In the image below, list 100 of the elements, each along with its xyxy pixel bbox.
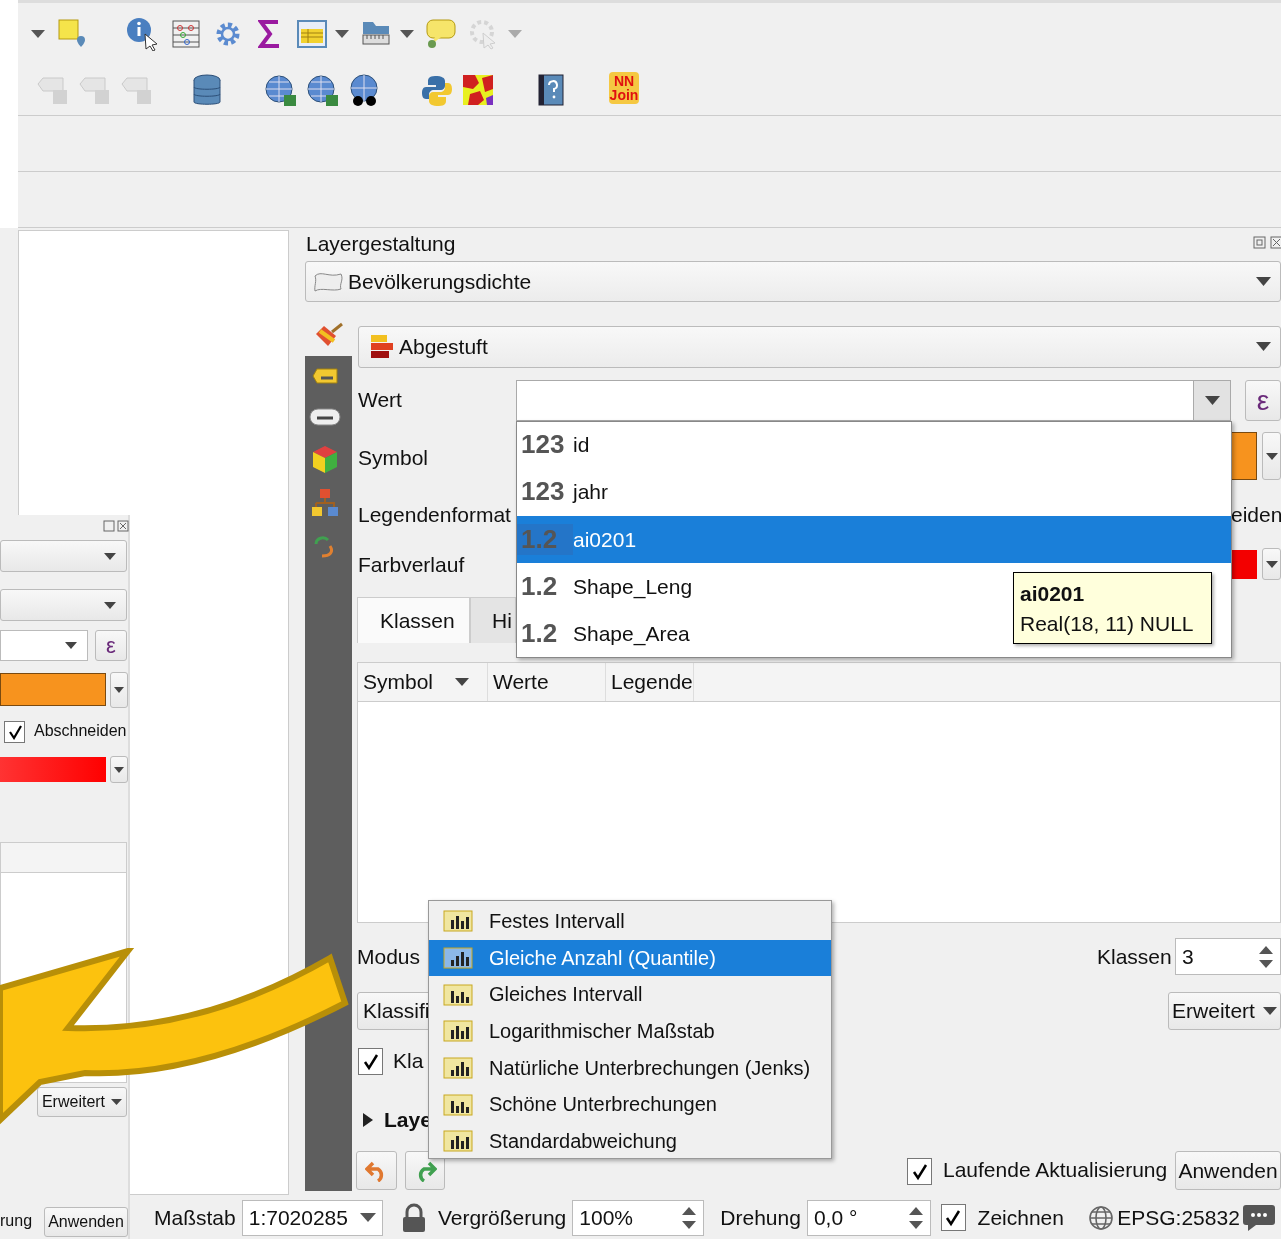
menu-item[interactable]: Schöne Unterbrechungen bbox=[429, 1086, 831, 1124]
sort-caret-icon bbox=[455, 678, 470, 686]
magnifier-label: Vergrößerung bbox=[437, 1205, 567, 1230]
caret-icon[interactable] bbox=[1256, 342, 1271, 351]
polygon-pin-icon[interactable] bbox=[58, 19, 88, 49]
field-label: Farbverlauf bbox=[358, 553, 465, 577]
tab[interactable]: Klassen bbox=[357, 597, 470, 643]
checkbox-label: eiden bbox=[1231, 503, 1281, 527]
classification-icon bbox=[443, 947, 473, 970]
classes-spinbox[interactable]: 3 bbox=[1175, 938, 1281, 975]
checkbox[interactable] bbox=[941, 1204, 966, 1231]
field-option[interactable]: 123 id bbox=[517, 421, 1007, 468]
rotation-spinbox[interactable]: 0,0 ° bbox=[806, 1199, 932, 1236]
apply-button[interactable]: Anwenden bbox=[1175, 1151, 1281, 1190]
field-label: Symbol bbox=[358, 446, 429, 470]
mode-label: Modus bbox=[357, 945, 421, 969]
dropdown-arrow-button[interactable] bbox=[1262, 548, 1281, 580]
checkbox[interactable] bbox=[358, 1048, 383, 1075]
color-ramp[interactable] bbox=[0, 757, 106, 782]
speech-bubble-icon[interactable] bbox=[425, 18, 457, 50]
menu-item[interactable]: Natürliche Unterbrechungen (Jenks) bbox=[429, 1049, 831, 1087]
check-icon bbox=[944, 1208, 963, 1227]
label-tool-icon bbox=[37, 76, 69, 106]
checkbox[interactable] bbox=[907, 1158, 932, 1185]
caret-icon bbox=[111, 1099, 123, 1105]
expression-button[interactable]: ε bbox=[1245, 380, 1281, 421]
rotation-label: Drehung bbox=[720, 1205, 801, 1230]
dropdown-arrow-button[interactable] bbox=[110, 672, 128, 708]
field-option[interactable]: 123 jahr bbox=[517, 468, 1007, 515]
scale-label: Maßstab bbox=[154, 1205, 236, 1230]
color-button[interactable] bbox=[1231, 432, 1257, 480]
crs-label[interactable]: EPSG:25832 bbox=[1117, 1205, 1240, 1230]
expand-arrow-icon[interactable] bbox=[362, 1112, 374, 1128]
identify-icon[interactable] bbox=[126, 17, 160, 51]
help-book-icon[interactable] bbox=[537, 74, 565, 106]
caret-icon bbox=[1265, 560, 1278, 568]
tab[interactable]: Hi bbox=[470, 597, 516, 643]
checkbox[interactable] bbox=[4, 721, 25, 743]
column-header[interactable]: Symbol bbox=[358, 663, 488, 701]
classification-icon bbox=[443, 1057, 473, 1080]
label-icon[interactable] bbox=[309, 408, 341, 426]
advanced-button[interactable]: Erweitert bbox=[37, 1087, 127, 1117]
menu-item[interactable]: Festes Intervall bbox=[429, 903, 831, 940]
caret-icon bbox=[65, 642, 77, 649]
caret-icon bbox=[1265, 452, 1278, 460]
ruler-icon[interactable] bbox=[361, 20, 391, 46]
caret-icon[interactable] bbox=[399, 29, 415, 39]
menu-item[interactable]: Standardabweichung bbox=[429, 1123, 831, 1160]
column-header[interactable]: Legende bbox=[606, 663, 694, 701]
scale-field[interactable]: 1:7020285 bbox=[241, 1199, 383, 1236]
panel-title: Layergestaltung bbox=[306, 232, 456, 256]
polygon-layer-icon bbox=[312, 270, 344, 293]
advanced-button[interactable]: Erweitert bbox=[1168, 992, 1281, 1030]
check-icon bbox=[910, 1162, 929, 1181]
globe-icon[interactable] bbox=[264, 74, 298, 108]
caret-icon bbox=[507, 29, 523, 39]
magnifier-spinbox[interactable]: 100% bbox=[572, 1199, 705, 1236]
globe-icon[interactable] bbox=[306, 74, 340, 108]
python-icon[interactable] bbox=[421, 74, 453, 108]
color-button[interactable] bbox=[0, 673, 106, 706]
expression-button[interactable]: ε bbox=[95, 630, 127, 661]
map-icon[interactable] bbox=[462, 74, 494, 106]
apply-button[interactable]: Anwenden bbox=[44, 1207, 128, 1237]
field-option[interactable]: 1.2 Shape_Leng bbox=[517, 563, 1007, 610]
float-close-icons[interactable] bbox=[1253, 236, 1281, 249]
checkbox-label: Zeichnen bbox=[977, 1205, 1064, 1230]
field-label: Legendenformat bbox=[358, 503, 511, 527]
table-icon[interactable] bbox=[297, 20, 327, 48]
database-icon[interactable] bbox=[192, 74, 222, 108]
classification-icon bbox=[443, 910, 473, 933]
caret-icon[interactable] bbox=[30, 29, 46, 39]
menu-item[interactable]: Gleiche Anzahl (Quantile) bbox=[429, 939, 831, 977]
dropdown-arrow-button[interactable] bbox=[110, 756, 128, 783]
field-option[interactable]: 1.2 ai0201 bbox=[517, 516, 1231, 563]
layer-dropdown[interactable]: Bevölkerungsdichte bbox=[305, 261, 1281, 302]
caret-icon bbox=[1262, 1007, 1277, 1015]
redo-button[interactable] bbox=[405, 1151, 445, 1190]
status-text: rung bbox=[0, 1212, 33, 1230]
column-header[interactable]: Werte bbox=[488, 663, 606, 701]
caret-icon bbox=[104, 601, 116, 609]
label-icon[interactable] bbox=[312, 368, 338, 384]
graduated-icon bbox=[369, 333, 395, 361]
caret-icon[interactable] bbox=[334, 29, 350, 39]
sum-icon[interactable] bbox=[258, 20, 282, 48]
color-ramp[interactable] bbox=[1231, 550, 1257, 579]
lock-icon[interactable] bbox=[400, 1202, 426, 1233]
renderer-dropdown[interactable]: Abgestuft bbox=[358, 326, 1281, 368]
caret-icon bbox=[114, 687, 124, 693]
hierarchy-icon[interactable] bbox=[311, 488, 339, 518]
caret-icon[interactable] bbox=[1256, 277, 1271, 286]
field-label: Wert bbox=[358, 388, 402, 412]
cube-icon[interactable] bbox=[312, 445, 338, 475]
float-close-icons[interactable] bbox=[103, 520, 129, 533]
field-option[interactable]: 1.2 Shape_Area bbox=[517, 610, 1007, 657]
dropdown-arrow-button[interactable] bbox=[1262, 432, 1281, 480]
dropdown-arrow-button[interactable] bbox=[1193, 380, 1231, 421]
undo-button[interactable] bbox=[356, 1151, 397, 1190]
checkbox-label: Laufende Aktualisierung bbox=[943, 1158, 1168, 1182]
abacus-icon[interactable] bbox=[171, 19, 201, 49]
chat-icon[interactable] bbox=[1241, 1202, 1275, 1233]
